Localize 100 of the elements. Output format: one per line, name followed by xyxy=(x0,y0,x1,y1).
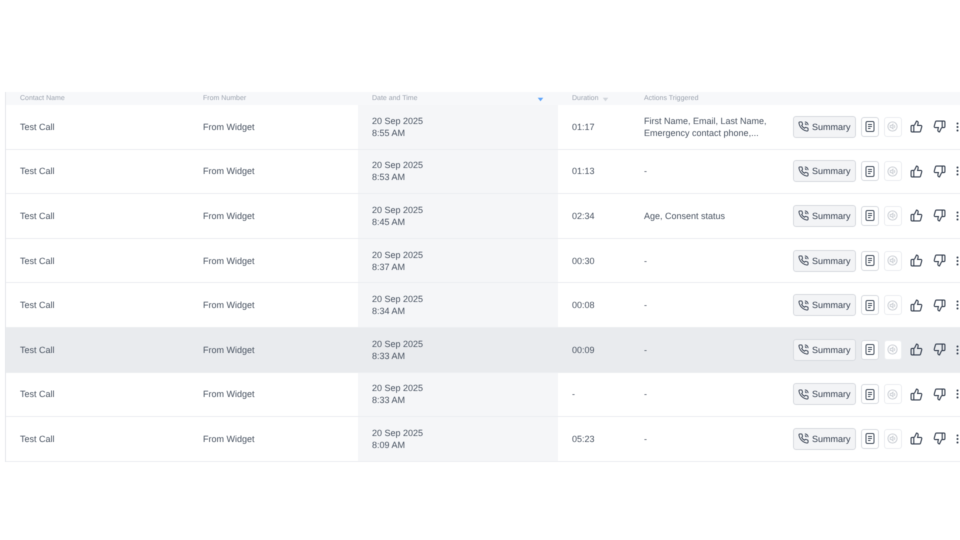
kebab-menu-icon xyxy=(956,300,959,310)
phone-icon xyxy=(798,300,809,311)
call-time: 8:37 AM xyxy=(372,260,406,273)
thumbs-down-button[interactable] xyxy=(932,209,946,222)
transcript-button[interactable] xyxy=(860,295,879,316)
call-duration: - xyxy=(572,388,576,400)
speaker-icon xyxy=(887,344,898,356)
more-options-button[interactable] xyxy=(956,210,959,221)
more-options-button[interactable] xyxy=(956,300,959,310)
thumbs-up-button[interactable] xyxy=(910,298,923,312)
call-date: 20 Sep 2025 xyxy=(372,293,424,306)
call-duration: 01:13 xyxy=(572,165,596,178)
transcript-button[interactable] xyxy=(860,428,879,449)
table-row[interactable]: Test Call From Widget 20 Sep 2025 8:37 AM 00:30 - Summary xyxy=(6,238,960,284)
kebab-menu-icon xyxy=(956,256,959,266)
call-time: 8:33 AM xyxy=(372,350,406,362)
thumbs-down-icon xyxy=(932,209,946,222)
thumbs-up-icon xyxy=(910,388,923,401)
thumbs-up-button[interactable] xyxy=(910,432,923,446)
contact-name: Test Call xyxy=(20,120,56,133)
summary-button[interactable]: Summary xyxy=(793,294,856,316)
actions-triggered: - xyxy=(644,388,648,400)
call-date: 20 Sep 2025 xyxy=(372,114,424,127)
document-icon xyxy=(864,300,875,311)
summary-button[interactable]: Summary xyxy=(793,204,856,227)
thumbs-down-button[interactable] xyxy=(932,343,946,356)
thumbs-down-button[interactable] xyxy=(932,388,946,401)
summary-button[interactable]: Summary xyxy=(793,383,856,406)
transcript-button[interactable] xyxy=(860,384,879,404)
more-options-button[interactable] xyxy=(956,389,959,400)
thumbs-down-button[interactable] xyxy=(932,254,946,268)
kebab-menu-icon xyxy=(956,434,959,444)
contact-name: Test Call xyxy=(20,210,56,222)
thumbs-up-icon xyxy=(910,209,923,222)
document-icon xyxy=(864,388,875,400)
speaker-icon xyxy=(887,121,898,132)
speaker-icon xyxy=(887,300,898,311)
more-options-button[interactable] xyxy=(956,256,959,266)
transcript-button[interactable] xyxy=(860,340,879,360)
kebab-menu-icon xyxy=(956,122,959,132)
more-options-button[interactable] xyxy=(956,166,959,176)
contact-name: Test Call xyxy=(20,299,56,312)
thumbs-down-button[interactable] xyxy=(932,120,946,134)
actions-triggered: First Name, Email, Last Name, Emergency contact phone,... xyxy=(644,114,768,139)
transcript-button[interactable] xyxy=(860,206,879,226)
more-options-button[interactable] xyxy=(956,122,959,132)
call-time: 8:53 AM xyxy=(372,171,406,184)
kebab-menu-icon xyxy=(956,210,959,221)
contact-name: Test Call xyxy=(20,432,56,445)
from-number: From Widget xyxy=(203,254,256,267)
transcript-button[interactable] xyxy=(860,161,879,182)
table-row[interactable]: Test Call From Widget 20 Sep 2025 8:34 AM 00:08 - Summary xyxy=(6,283,960,328)
thumbs-up-button[interactable] xyxy=(910,343,923,356)
thumbs-up-button[interactable] xyxy=(910,254,923,268)
actions-triggered: - xyxy=(644,165,648,178)
thumbs-up-icon xyxy=(910,120,923,134)
call-date: 20 Sep 2025 xyxy=(372,159,424,172)
thumbs-up-button[interactable] xyxy=(910,164,923,178)
summary-button[interactable]: Summary xyxy=(793,428,856,450)
thumbs-down-button[interactable] xyxy=(932,298,946,312)
summary-button[interactable]: Summary xyxy=(793,338,856,361)
call-date: 20 Sep 2025 xyxy=(372,204,424,216)
table-row[interactable]: Test Call From Widget 20 Sep 2025 8:45 AM 02:34 Age, Consent status Summary xyxy=(6,194,960,239)
call-time: 8:34 AM xyxy=(372,305,406,318)
thumbs-up-icon xyxy=(910,432,923,446)
summary-button[interactable]: Summary xyxy=(793,116,856,138)
thumbs-up-icon xyxy=(910,254,923,268)
call-duration: 01:17 xyxy=(572,120,596,133)
more-options-button[interactable] xyxy=(956,344,959,355)
from-number: From Widget xyxy=(203,432,256,445)
thumbs-up-icon xyxy=(910,164,923,178)
thumbs-up-button[interactable] xyxy=(910,209,923,222)
from-number: From Widget xyxy=(203,120,256,133)
thumbs-down-button[interactable] xyxy=(932,164,946,178)
transcript-button[interactable] xyxy=(860,116,879,137)
call-time: 8:55 AM xyxy=(372,126,406,139)
table-row[interactable]: Test Call From Widget 20 Sep 2025 8:33 AM 00:09 - Summary xyxy=(6,328,960,373)
table-row[interactable]: Test Call From Widget 20 Sep 2025 8:55 AM 01:17 First Name, Email, Last Name, Emergency contact phone,... Summary xyxy=(6,105,960,150)
call-duration: 02:34 xyxy=(572,210,596,222)
phone-icon xyxy=(798,210,809,222)
summary-button[interactable]: Summary xyxy=(793,160,856,182)
call-time: 8:45 AM xyxy=(372,216,406,228)
contact-name: Test Call xyxy=(20,388,56,400)
phone-icon xyxy=(798,344,809,356)
thumbs-up-button[interactable] xyxy=(910,388,923,401)
transcript-button[interactable] xyxy=(860,250,879,271)
more-options-button[interactable] xyxy=(956,434,959,444)
table-row[interactable]: Test Call From Widget 20 Sep 2025 8:33 AM - - Summary xyxy=(6,372,960,418)
thumbs-down-icon xyxy=(932,254,946,268)
document-icon xyxy=(864,166,875,177)
call-date: 20 Sep 2025 xyxy=(372,382,424,394)
summary-button[interactable]: Summary xyxy=(793,250,856,272)
speaker-icon xyxy=(887,433,898,444)
thumbs-up-button[interactable] xyxy=(910,120,923,134)
thumbs-down-button[interactable] xyxy=(932,432,946,446)
table-row[interactable]: Test Call From Widget 20 Sep 2025 8:09 AM 05:23 - Summary xyxy=(6,417,960,462)
call-duration: 05:23 xyxy=(572,432,596,445)
table-row[interactable]: Test Call From Widget 20 Sep 2025 8:53 AM 01:13 - Summary xyxy=(6,150,960,194)
thumbs-up-icon xyxy=(910,298,923,312)
document-icon xyxy=(864,255,875,266)
